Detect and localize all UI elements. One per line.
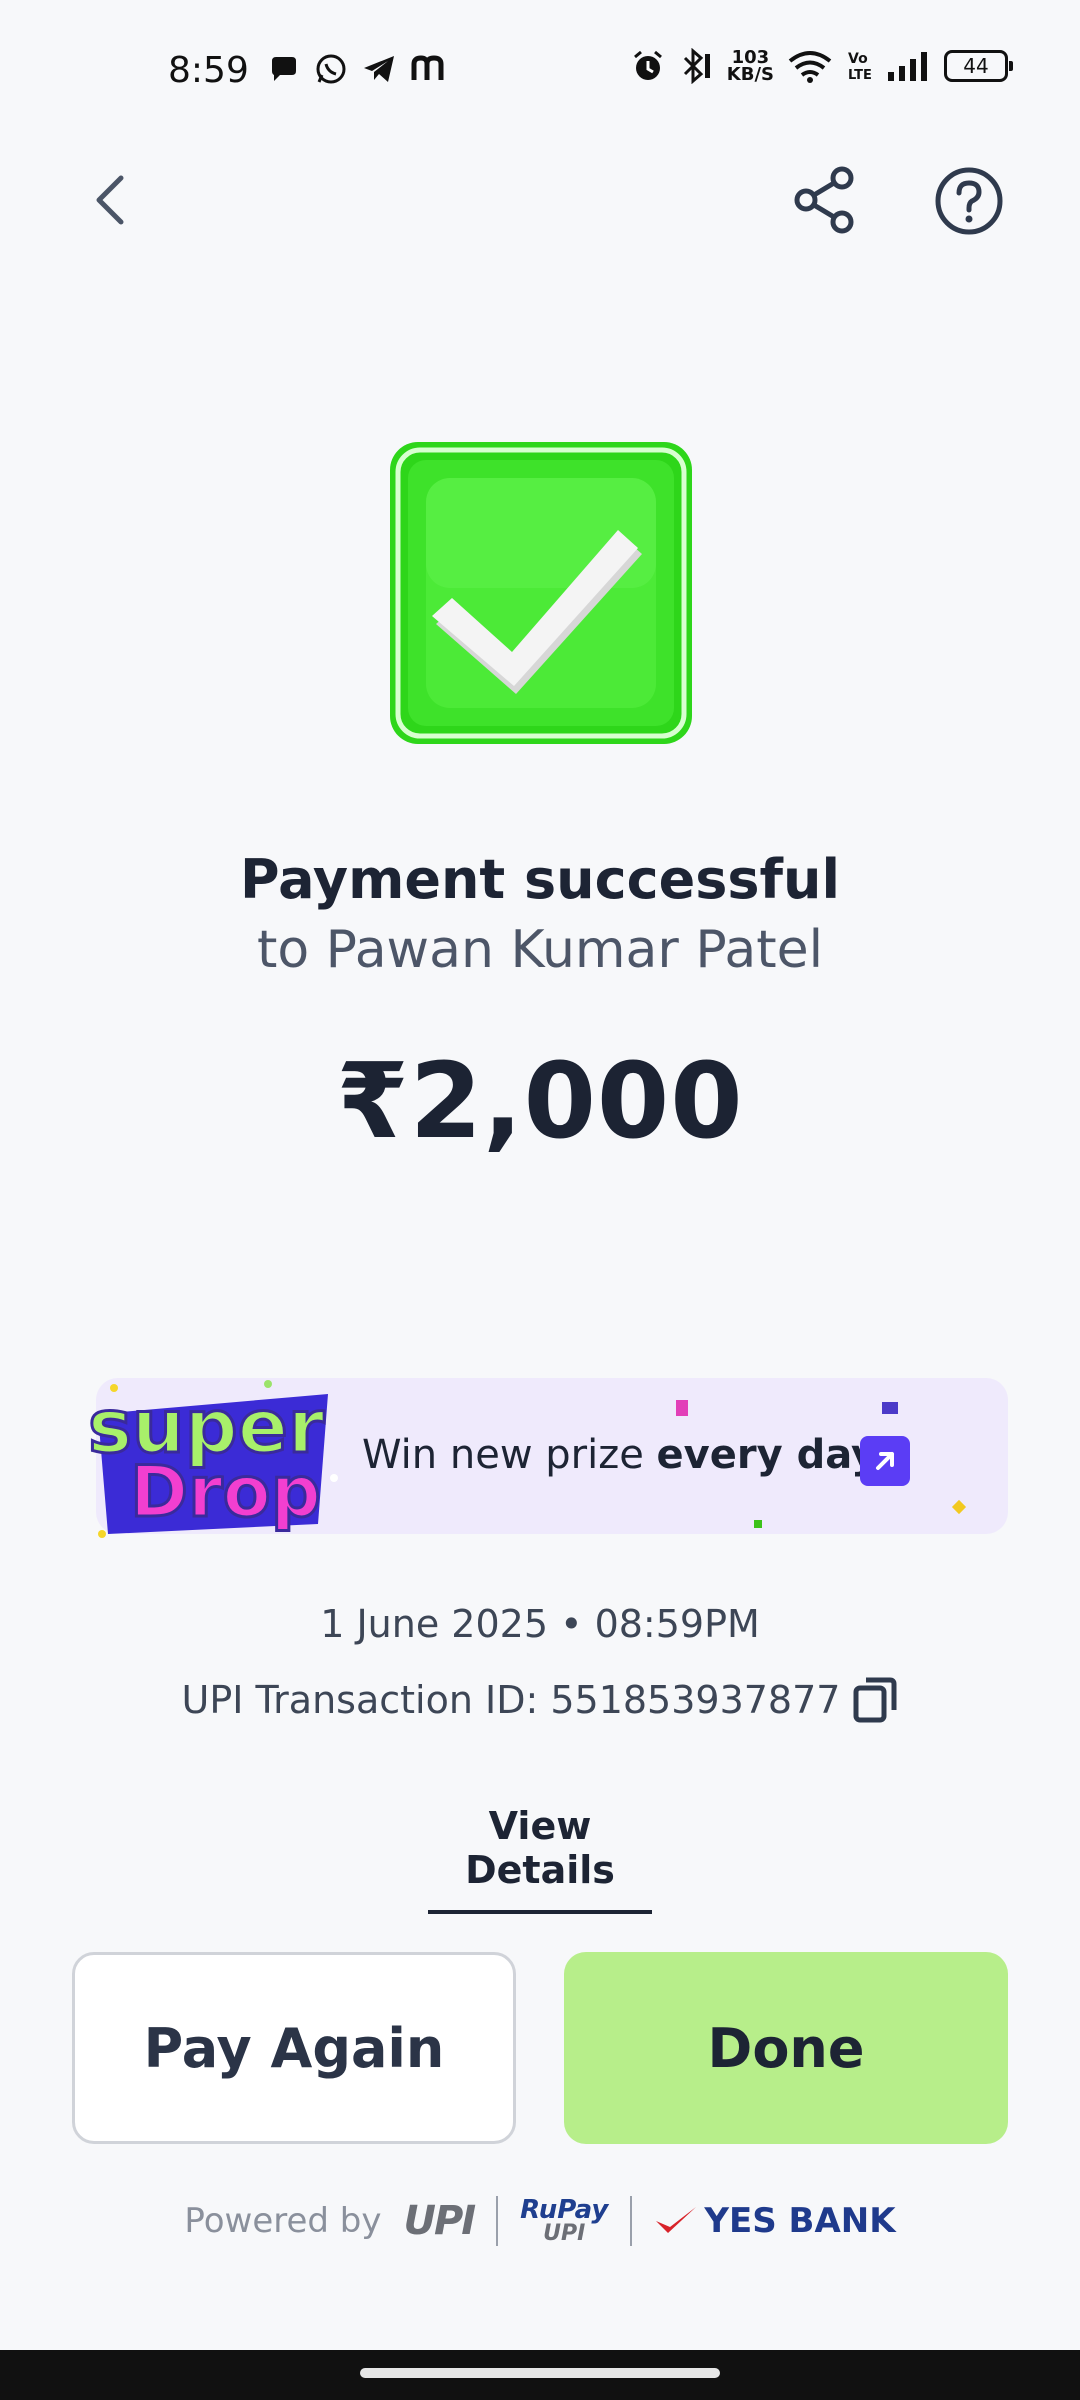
help-button[interactable] — [930, 162, 1008, 240]
back-button[interactable] — [80, 160, 140, 240]
chat-bubble-icon — [272, 57, 296, 81]
payment-recipient: to Pawan Kumar Patel — [256, 920, 824, 980]
wifi-icon — [788, 51, 832, 83]
notification-icons — [268, 52, 446, 86]
yes-bank-check-icon — [656, 2207, 697, 2233]
share-icon — [794, 166, 854, 234]
arrow-up-right-icon — [876, 1452, 894, 1470]
m-app-icon — [411, 55, 444, 80]
rupay-upi-logo: RuPay UPI — [520, 2195, 609, 2246]
pay-again-button[interactable]: Pay Again — [72, 1952, 516, 2144]
view-details-link[interactable]: View Details — [428, 1804, 652, 1914]
yes-bank-logo: YES BANK — [654, 2201, 896, 2241]
powered-by-footer: Powered by UPI RuPay UPI YES BANK — [0, 2196, 1080, 2246]
upi-transaction-id: UPI Transaction ID: 551853937877 — [181, 1678, 841, 1722]
alarm-icon — [633, 50, 662, 80]
payment-status: Payment successful — [239, 848, 840, 911]
svg-text:LTE: LTE — [848, 68, 872, 83]
share-button[interactable] — [788, 162, 862, 238]
signal-icon — [888, 52, 927, 81]
chevron-left-icon — [96, 175, 124, 225]
svg-text:Vo: Vo — [848, 51, 868, 67]
volte-icon: VoLTE — [848, 51, 872, 83]
upi-transaction-row: UPI Transaction ID: 551853937877 — [0, 1676, 1080, 1724]
system-icons: 103 KB/S Vo LTE 44 — [631, 47, 1013, 85]
help-circle-icon — [935, 167, 1003, 235]
home-gesture-handle[interactable] — [360, 2368, 720, 2378]
upi-logo: UPI — [403, 2198, 476, 2244]
super-drop-logo: super Drop — [87, 1380, 338, 1538]
copy-icon[interactable] — [852, 1676, 898, 1724]
done-button[interactable]: Done — [564, 1952, 1008, 2144]
super-drop-open-button[interactable] — [860, 1436, 910, 1486]
footer-divider — [630, 2196, 633, 2246]
status-bar: 8:59 103 KB/S Vo LTE 44 — [0, 0, 1080, 140]
bluetooth-icon — [683, 48, 710, 84]
battery-indicator: 44 — [944, 50, 1013, 82]
transaction-date: 1 June 2025 • 08:59PM — [320, 1602, 760, 1646]
super-drop-logo-line2: Drop — [130, 1451, 321, 1533]
network-speed: 103 KB/S — [726, 47, 774, 85]
powered-by-label: Powered by — [184, 2201, 382, 2241]
footer-divider — [496, 2196, 499, 2246]
super-drop-text: Win new prize every day! — [362, 1432, 896, 1478]
payment-amount: ₹2,000 — [336, 1040, 744, 1162]
telegram-icon — [364, 56, 394, 82]
navigation-bar — [0, 2350, 1080, 2400]
status-time: 8:59 — [168, 50, 249, 91]
whatsapp-icon — [316, 54, 346, 84]
success-check-icon — [390, 442, 692, 744]
